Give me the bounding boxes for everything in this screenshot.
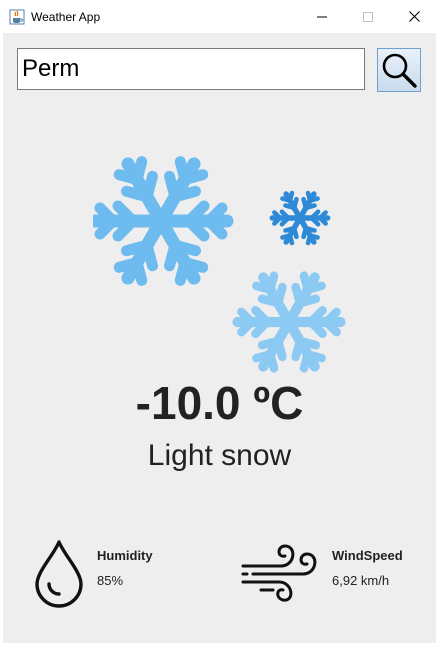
weather-condition: Light snow <box>147 439 292 472</box>
wind-speed-label: WindSpeed <box>332 548 403 563</box>
minimize-button[interactable] <box>299 0 345 33</box>
window-title: Weather App <box>31 10 101 24</box>
maximize-icon <box>363 11 373 22</box>
title-bar: Weather App <box>0 0 439 33</box>
close-button[interactable] <box>391 0 437 33</box>
temperature-value: -10.0 ºC <box>135 377 304 429</box>
humidity-value: 85% <box>97 573 124 588</box>
small-snowflake <box>263 180 338 255</box>
close-icon <box>408 11 420 22</box>
city-search-input[interactable] <box>17 48 365 90</box>
java-cup-icon <box>9 9 25 25</box>
maximize-button[interactable] <box>345 0 391 33</box>
minimize-icon <box>317 16 327 17</box>
humidity-label: Humidity <box>97 548 153 563</box>
water-drop-icon <box>35 540 83 608</box>
wind-speed-value: 6,92 km/h <box>332 573 390 588</box>
main-panel: -10.0 ºC Light snow Humidity 85% WindSpe… <box>3 33 436 643</box>
medium-snowflake <box>220 252 353 383</box>
large-snowflake <box>93 132 250 311</box>
wind-icon <box>241 544 317 602</box>
magnifier-icon <box>382 53 417 88</box>
search-button[interactable] <box>377 48 421 92</box>
snow-icon <box>93 123 353 383</box>
